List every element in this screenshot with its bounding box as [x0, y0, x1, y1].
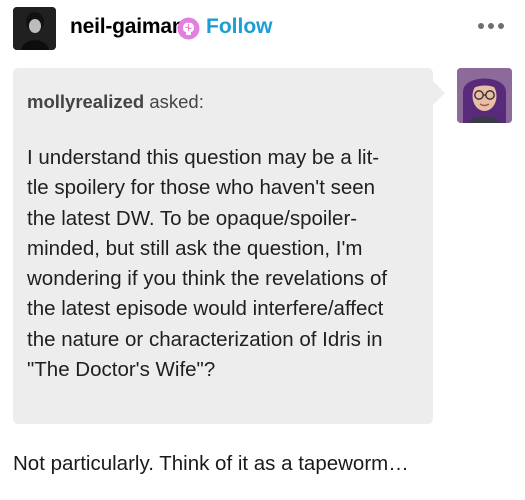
ask-bubble-tail — [433, 81, 445, 105]
author-name[interactable]: neil-gaiman — [70, 15, 185, 39]
asker-name[interactable]: mollyrealized — [27, 91, 144, 112]
question-line: "The Doctor's Wife"? — [27, 358, 216, 382]
brain-badge-icon — [177, 17, 200, 40]
author-avatar[interactable] — [13, 7, 56, 50]
question-line: minded, but still ask the question, I'm — [27, 236, 363, 260]
question-text: I understand this question may be a lit-… — [27, 143, 427, 385]
asker-avatar[interactable] — [457, 68, 512, 123]
answer-text: Not particularly. Think of it as a tapew… — [13, 452, 409, 475]
post-header: neil-gaiman Follow — [0, 0, 525, 62]
asked-label: asked: — [149, 91, 204, 112]
question-line: wondering if you think the revelations o… — [27, 267, 388, 291]
asker-line: mollyrealized asked: — [27, 91, 204, 113]
follow-button[interactable]: Follow — [206, 15, 273, 39]
question-line: tle spoilery for those who haven't seen — [27, 176, 376, 200]
question-line: the latest episode would interfere/affec… — [27, 297, 384, 321]
question-line: the latest DW. To be opaque/spoiler- — [27, 206, 358, 230]
more-options-icon[interactable] — [475, 16, 507, 36]
question-line: the nature or characterization of Idris … — [27, 327, 383, 351]
question-line: I understand this question may be a lit- — [27, 146, 380, 169]
